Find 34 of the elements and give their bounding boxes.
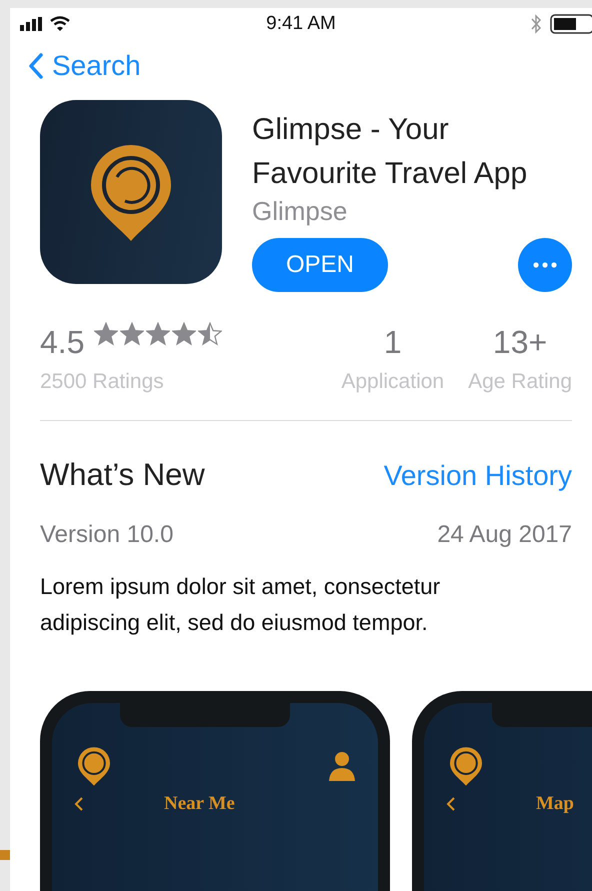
bluetooth-icon [530, 14, 542, 34]
ratings-count: 2500 Ratings [40, 370, 165, 394]
star-icon [198, 322, 222, 346]
star-icon [120, 322, 144, 346]
battery-icon [550, 14, 592, 34]
more-dots-icon [533, 262, 557, 268]
release-notes: Lorem ipsum dolor sit amet, consectetur adipiscing elit, sed do eiusmod tempor. [40, 573, 442, 637]
back-link[interactable]: Search [28, 50, 141, 82]
release-date: 24 Aug 2017 [437, 521, 572, 549]
stat-label: Application [341, 370, 444, 394]
screen-title: Map [536, 793, 574, 815]
chevron-left-icon [28, 52, 44, 80]
stat-value: 1 [384, 323, 402, 362]
chevron-left-icon [446, 796, 456, 812]
rating-score: 4.5 [40, 323, 84, 362]
star-icon [146, 322, 170, 346]
version-number: Version 10.0 [40, 521, 174, 549]
stat-value: 13+ [492, 323, 548, 362]
screen-title: Near Me [164, 793, 235, 815]
version-history-link[interactable]: Version History [384, 460, 572, 492]
developer-name: Glimpse [252, 196, 348, 226]
open-button[interactable]: OPEN [252, 238, 388, 292]
stat-label: Age Rating [468, 370, 572, 394]
status-time: 9:41 AM [265, 12, 337, 35]
section-title: What’s New [40, 457, 205, 493]
app-icon [40, 100, 222, 284]
person-icon [328, 751, 356, 781]
chevron-left-icon [74, 796, 84, 812]
wifi-icon [50, 16, 70, 32]
accent-bar [0, 850, 10, 860]
app-title: Glimpse - Your Favourite Travel App [252, 112, 528, 192]
star-icon [172, 322, 196, 346]
star-icon [94, 322, 118, 346]
signal-icon [20, 16, 44, 31]
